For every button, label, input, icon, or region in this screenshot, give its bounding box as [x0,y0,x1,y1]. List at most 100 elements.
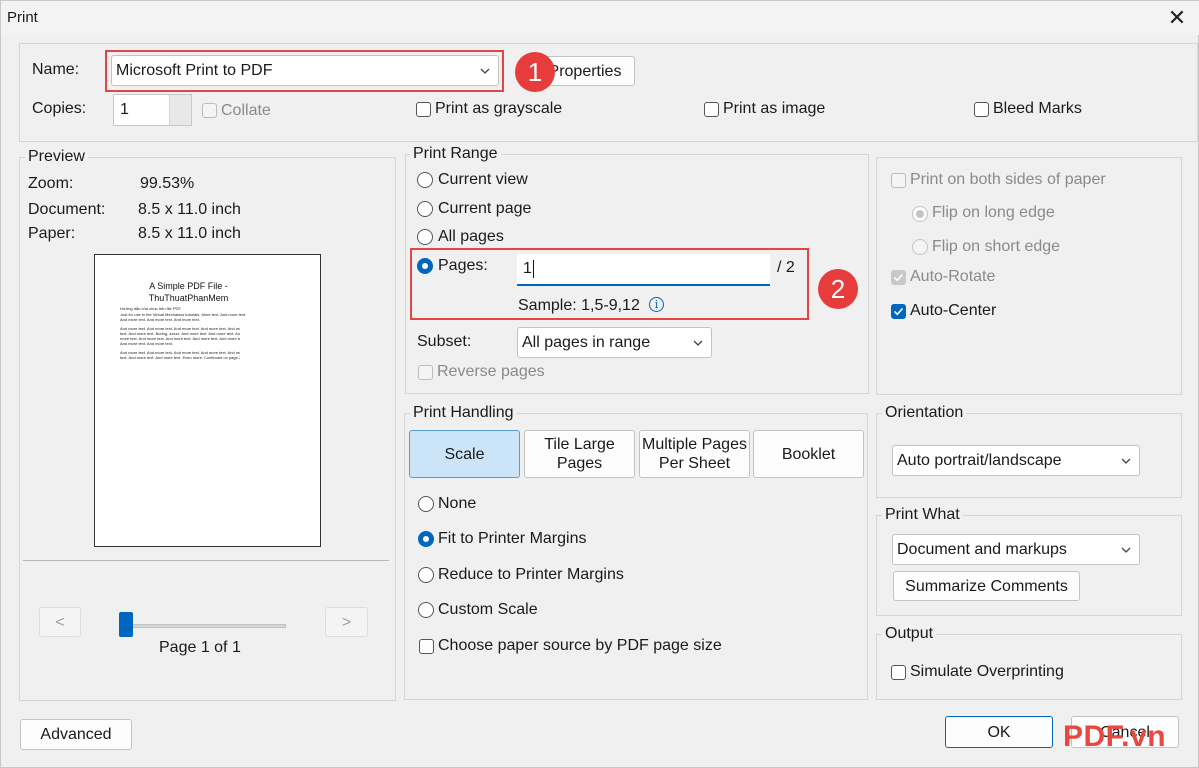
reduce-margins-label: Reduce to Printer Margins [438,566,624,583]
zoom-label: Zoom: [28,175,74,192]
simulate-overprinting-label: Simulate Overprinting [910,663,1064,680]
properties-label: Properties [548,62,622,80]
grayscale-label: Print as grayscale [435,100,563,117]
auto-center-checkbox[interactable] [891,304,906,319]
tab-tile-large-pages[interactable]: Tile Large Pages [524,430,635,478]
auto-rotate-checkbox[interactable] [891,270,906,285]
annotation-badge-2: 2 [818,269,858,309]
flip-short-edge-radio[interactable] [912,239,928,255]
checkmark-icon [893,273,904,282]
chevron-down-icon [693,340,703,346]
current-view-label: Current view [438,171,528,188]
window-title: Print [7,9,38,26]
tab-multiple-pages[interactable]: Multiple Pages Per Sheet [639,430,750,478]
summarize-comments-label: Summarize Comments [905,577,1068,595]
print-handling-legend: Print Handling [410,404,517,422]
chevron-down-icon [1121,458,1131,464]
all-pages-radio[interactable] [417,229,433,245]
next-page-button[interactable]: > [325,607,368,637]
tab-tile-label: Tile Large Pages [544,436,615,472]
print-dialog: Print ✕ Name: Properties Microsoft Print… [0,0,1199,768]
preview-text-line: And more text. And more text. [120,341,173,346]
advanced-label: Advanced [40,726,112,743]
both-sides-label: Print on both sides of paper [910,171,1106,188]
paper-size-label: Paper: [28,225,76,242]
highlight-box-pages [410,248,809,320]
copies-value: 1 [120,101,129,118]
copies-spinner[interactable] [169,95,191,125]
paper-source-checkbox[interactable] [419,639,434,654]
preview-divider [23,560,389,561]
preview-page-title: A Simple PDF File - [149,281,228,291]
page-slider-thumb[interactable] [119,612,133,637]
print-what-select[interactable]: Document and markups [892,534,1140,565]
simulate-overprinting-checkbox[interactable] [891,665,906,680]
reverse-pages-checkbox[interactable] [418,365,433,380]
page-indicator: Page 1 of 1 [159,639,241,656]
subset-select-value: All pages in range [522,333,651,351]
fit-margins-radio[interactable] [418,531,434,547]
flip-long-edge-label: Flip on long edge [932,204,1055,221]
reduce-margins-radio[interactable] [418,567,434,583]
tab-booklet[interactable]: Booklet [753,430,864,478]
bleed-marks-label: Bleed Marks [993,100,1082,117]
page-slider-track[interactable] [119,624,286,628]
grayscale-checkbox[interactable] [416,102,431,117]
auto-center-label: Auto-Center [910,302,997,319]
copies-field[interactable]: 1 [113,94,192,126]
chevron-down-icon [1121,547,1131,553]
current-page-radio[interactable] [417,201,433,217]
collate-checkbox[interactable] [202,103,217,118]
preview-text-line: Hướng dẫn của chúc trên file PDF [120,306,181,311]
page-preview: A Simple PDF File - ThuThuatPhanMem Hướn… [94,254,321,547]
print-as-image-checkbox[interactable] [704,102,719,117]
scale-none-label: None [438,495,477,512]
all-pages-label: All pages [438,228,504,245]
document-size-label: Document: [28,201,106,218]
name-label: Name: [32,61,80,78]
advanced-button[interactable]: Advanced [20,719,132,750]
current-view-radio[interactable] [417,172,433,188]
tab-booklet-label: Booklet [781,445,836,463]
document-size-value: 8.5 x 11.0 inch [138,201,241,218]
summarize-comments-button[interactable]: Summarize Comments [893,571,1080,601]
copies-label: Copies: [32,100,87,117]
annotation-badge-1: 1 [515,52,555,92]
scale-none-radio[interactable] [418,496,434,512]
preview-legend: Preview [25,148,88,166]
preview-text-line: text. And more text. And more text. Even… [120,355,240,360]
custom-scale-radio[interactable] [418,602,434,618]
subset-label: Subset: [417,333,472,350]
collate-label: Collate [221,102,271,119]
subset-select[interactable]: All pages in range [517,327,712,358]
fit-margins-label: Fit to Printer Margins [438,530,587,547]
tab-scale-label: Scale [444,445,485,463]
orientation-legend: Orientation [882,404,967,422]
both-sides-checkbox[interactable] [891,173,906,188]
tab-scale[interactable]: Scale [409,430,520,478]
print-range-legend: Print Range [410,145,501,163]
paper-size-value: 8.5 x 11.0 inch [138,225,241,242]
highlight-box-printer [105,50,504,92]
preview-text-line: And more text. And more text. And more t… [120,317,200,322]
preview-page-subtitle: ThuThuatPhanMem [148,293,229,303]
zoom-value: 99.53% [140,175,195,192]
flip-short-edge-label: Flip on short edge [932,238,1061,255]
bleed-marks-checkbox[interactable] [974,102,989,117]
close-icon[interactable]: ✕ [1165,6,1189,30]
tab-multiple-label: Multiple Pages Per Sheet [642,436,747,472]
ok-button[interactable]: OK [945,716,1053,748]
previous-page-button[interactable]: < [39,607,81,637]
ok-label: OK [987,723,1011,741]
previous-page-icon: < [55,613,65,631]
flip-long-edge-radio[interactable] [912,206,928,222]
paper-source-label: Choose paper source by PDF page size [438,637,722,654]
print-as-image-label: Print as image [723,100,826,117]
current-page-label: Current page [438,200,532,217]
orientation-select[interactable]: Auto portrait/landscape [892,445,1140,476]
next-page-icon: > [341,613,352,631]
orientation-select-value: Auto portrait/landscape [897,451,1062,469]
auto-rotate-label: Auto-Rotate [910,268,996,285]
print-what-select-value: Document and markups [897,540,1067,558]
custom-scale-label: Custom Scale [438,601,538,618]
